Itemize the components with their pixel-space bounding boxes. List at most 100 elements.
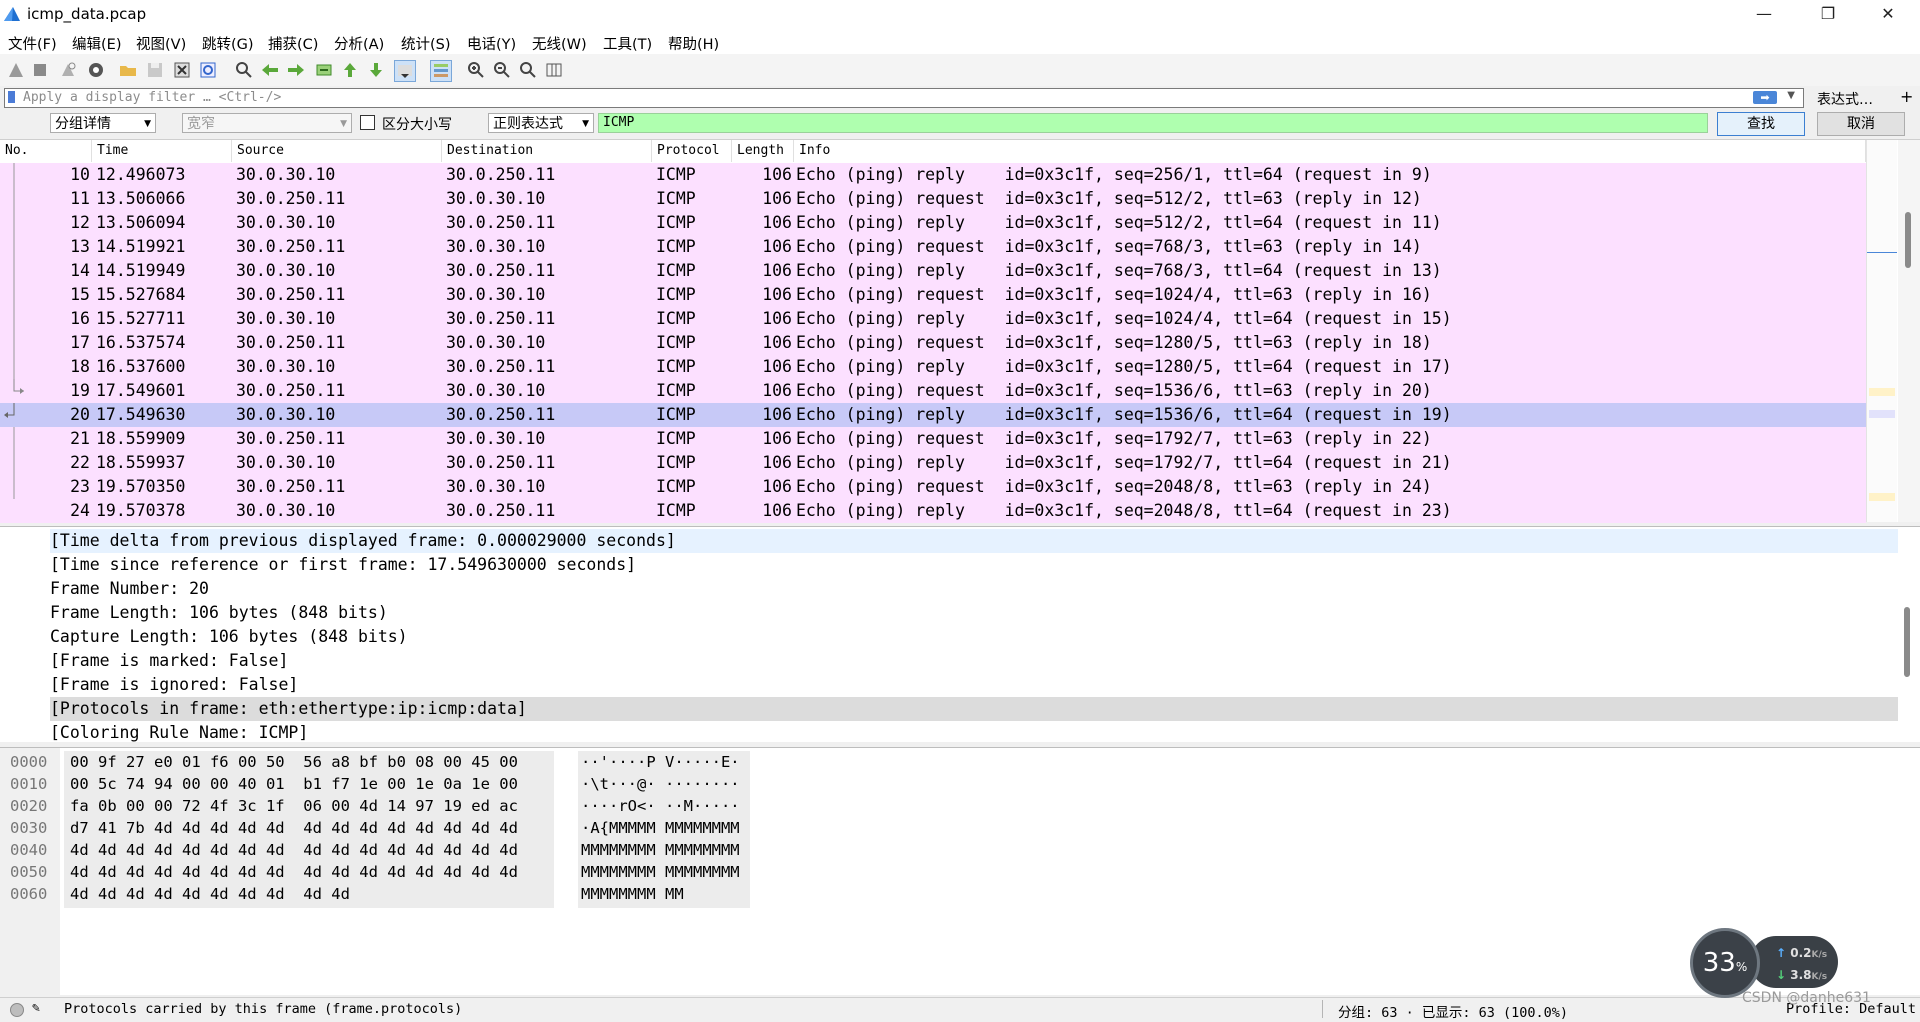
find-packet-icon[interactable] <box>234 60 254 80</box>
find-button[interactable]: 查找 <box>1717 112 1805 136</box>
search-mode-select[interactable]: 正则表达式 ▼ <box>488 113 594 133</box>
packet-row[interactable]: 18 16.537600 30.0.30.10 30.0.250.11 ICMP 106 E… <box>0 355 1866 379</box>
packet-list-minimap-scrollbar[interactable] <box>1866 140 1897 522</box>
expression-button[interactable]: 表达式… <box>1817 89 1873 109</box>
go-last-icon[interactable] <box>366 60 386 80</box>
menu-tools[interactable]: 工具(T) <box>603 33 652 54</box>
packet-row[interactable]: 15 15.527684 30.0.250.11 30.0.30.10 ICMP 106 E… <box>0 283 1866 307</box>
byte-hex-line[interactable]: d7 41 7b 4d 4d 4d 4d 4d 4d 4d 4d 4d 4d 4… <box>70 817 518 839</box>
zoom-out-icon[interactable] <box>492 60 512 80</box>
menu-help[interactable]: 帮助(H) <box>668 33 719 54</box>
packet-row[interactable]: 12 13.506094 30.0.30.10 30.0.250.11 ICMP 106 E… <box>0 211 1866 235</box>
packet-row-selected[interactable]: 20 17.549630 30.0.30.10 30.0.250.11 ICMP 106 E… <box>0 403 1866 427</box>
byte-hex-line[interactable]: fa 0b 00 00 72 4f 3c 1f 06 00 4d 14 97 1… <box>70 795 518 817</box>
detail-row[interactable]: Capture Length: 106 bytes (848 bits) <box>50 625 1898 649</box>
packet-row[interactable]: 24 19.570378 30.0.30.10 30.0.250.11 ICMP 106 E… <box>0 499 1866 523</box>
go-forward-icon[interactable] <box>286 60 306 80</box>
packet-row[interactable]: 10 12.496073 30.0.30.10 30.0.250.11 ICMP 106 E… <box>0 163 1866 187</box>
packet-row[interactable]: 19 17.549601 30.0.250.11 30.0.30.10 ICMP 106 E… <box>0 379 1866 403</box>
colorize-icon[interactable] <box>430 60 452 82</box>
byte-ascii-line[interactable]: MMMMMMMM MMMMMMMM <box>581 839 740 861</box>
detail-row[interactable]: [Frame is ignored: False] <box>50 673 1898 697</box>
network-speed-widget[interactable]: 33% ↑ 0.2K/s ↓ 3.8K/s <box>1690 928 1840 998</box>
display-filter-input[interactable]: Apply a display filter … <Ctrl-/> ➡ ▼ <box>4 88 1804 108</box>
restart-capture-icon[interactable] <box>58 60 78 80</box>
menu-capture[interactable]: 捕获(C) <box>268 33 318 54</box>
byte-hex-line[interactable]: 4d 4d 4d 4d 4d 4d 4d 4d 4d 4d 4d 4d 4d 4… <box>70 861 518 883</box>
open-file-icon[interactable] <box>118 60 138 80</box>
packet-row[interactable]: 22 18.559937 30.0.30.10 30.0.250.11 ICMP 106 E… <box>0 451 1866 475</box>
go-to-packet-icon[interactable] <box>314 60 334 80</box>
menu-edit[interactable]: 编辑(E) <box>72 33 121 54</box>
start-capture-icon[interactable] <box>6 60 26 80</box>
packet-row[interactable]: 11 13.506066 30.0.250.11 30.0.30.10 ICMP 106 E… <box>0 187 1866 211</box>
add-filter-button[interactable]: + <box>1900 87 1913 106</box>
auto-scroll-icon[interactable] <box>394 60 416 82</box>
byte-ascii-line[interactable]: ····rO<· ··M····· <box>581 795 740 817</box>
byte-hex-line[interactable]: 4d 4d 4d 4d 4d 4d 4d 4d 4d 4d 4d 4d 4d 4… <box>70 839 518 861</box>
cell-info: Echo (ping) request id=0x3c1f, seq=2048/… <box>796 477 1432 496</box>
column-header-destination[interactable]: Destination <box>442 140 652 162</box>
byte-ascii-line[interactable]: MMMMMMMM MM <box>581 883 684 905</box>
detail-row-selected[interactable]: [Protocols in frame: eth:ethertype:ip:ic… <box>50 697 1898 721</box>
packet-row[interactable]: 21 18.559909 30.0.250.11 30.0.30.10 ICMP 106 E… <box>0 427 1866 451</box>
charset-select[interactable]: 宽窄 ▼ <box>182 113 352 133</box>
minimize-button[interactable]: — <box>1736 0 1792 30</box>
packet-row[interactable]: 17 16.537574 30.0.250.11 30.0.30.10 ICMP 106 E… <box>0 331 1866 355</box>
packet-row[interactable]: 13 14.519921 30.0.250.11 30.0.30.10 ICMP 106 E… <box>0 235 1866 259</box>
reload-file-icon[interactable] <box>198 60 218 80</box>
byte-ascii-line[interactable]: ·\t···@· ········ <box>581 773 740 795</box>
zoom-in-icon[interactable] <box>466 60 486 80</box>
details-scrollbar-thumb[interactable] <box>1904 607 1910 677</box>
bookmark-icon[interactable] <box>8 91 15 103</box>
detail-row[interactable]: [Frame is marked: False] <box>50 649 1898 673</box>
detail-row[interactable]: [Coloring Rule Name: ICMP] <box>50 721 1898 742</box>
menu-file[interactable]: 文件(F) <box>8 33 57 54</box>
byte-hex-line[interactable]: 00 9f 27 e0 01 f6 00 50 56 a8 bf b0 08 0… <box>70 751 518 773</box>
close-button[interactable]: ✕ <box>1860 0 1916 30</box>
detail-row[interactable]: [Time delta from previous displayed fram… <box>50 529 1898 553</box>
packet-row[interactable]: 23 19.570350 30.0.250.11 30.0.30.10 ICMP 106 E… <box>0 475 1866 499</box>
go-back-icon[interactable] <box>260 60 280 80</box>
column-header-protocol[interactable]: Protocol <box>652 140 732 162</box>
menu-wireless[interactable]: 无线(W) <box>532 33 587 54</box>
cancel-button[interactable]: 取消 <box>1817 112 1905 136</box>
byte-hex-line[interactable]: 00 5c 74 94 00 00 40 01 b1 f7 1e 00 1e 0… <box>70 773 518 795</box>
detail-row[interactable]: Frame Length: 106 bytes (848 bits) <box>50 601 1898 625</box>
apply-filter-arrow-icon[interactable]: ➡ <box>1753 91 1777 104</box>
save-file-icon[interactable] <box>145 60 165 80</box>
expert-info-icon[interactable] <box>10 1003 24 1017</box>
column-header-length[interactable]: Length <box>732 140 794 162</box>
go-first-icon[interactable] <box>340 60 360 80</box>
menu-statistics[interactable]: 统计(S) <box>401 33 451 54</box>
search-scope-select[interactable]: 分组详情 ▼ <box>50 113 156 133</box>
scrollbar-thumb[interactable] <box>1905 212 1911 268</box>
packet-row[interactable]: 14 14.519949 30.0.30.10 30.0.250.11 ICMP 106 E… <box>0 259 1866 283</box>
filter-history-dropdown-icon[interactable]: ▼ <box>1787 90 1795 101</box>
detail-row[interactable]: Frame Number: 20 <box>50 577 1898 601</box>
case-sensitive-checkbox[interactable] <box>360 115 375 130</box>
column-header-source[interactable]: Source <box>232 140 442 162</box>
menu-analyze[interactable]: 分析(A) <box>334 33 384 54</box>
zoom-normal-icon[interactable] <box>518 60 538 80</box>
byte-ascii-line[interactable]: ·A{MMMMM MMMMMMMM <box>581 817 740 839</box>
packet-list-scrollbar[interactable] <box>1898 140 1920 522</box>
restore-button[interactable]: ❐ <box>1800 0 1856 30</box>
byte-hex-line[interactable]: 4d 4d 4d 4d 4d 4d 4d 4d 4d 4d <box>70 883 350 905</box>
stop-capture-icon[interactable] <box>30 60 50 80</box>
close-file-icon[interactable] <box>172 60 192 80</box>
menu-telephony[interactable]: 电话(Y) <box>467 33 516 54</box>
column-header-info[interactable]: Info <box>794 140 1866 162</box>
byte-ascii-line[interactable]: MMMMMMMM MMMMMMMM <box>581 861 740 883</box>
column-header-time[interactable]: Time <box>92 140 232 162</box>
detail-row[interactable]: [Time since reference or first frame: 17… <box>50 553 1898 577</box>
edit-comment-icon[interactable]: ✎ <box>32 1000 40 1016</box>
capture-options-icon[interactable] <box>86 60 106 80</box>
resize-columns-icon[interactable] <box>544 60 564 80</box>
column-header-no[interactable]: No. <box>0 140 92 162</box>
menu-go[interactable]: 跳转(G) <box>202 33 254 54</box>
packet-row[interactable]: 16 15.527711 30.0.30.10 30.0.250.11 ICMP 106 E… <box>0 307 1866 331</box>
menu-view[interactable]: 视图(V) <box>136 33 186 54</box>
byte-ascii-line[interactable]: ··'····P V·····E· <box>581 751 740 773</box>
find-input[interactable]: ICMP <box>598 113 1708 133</box>
